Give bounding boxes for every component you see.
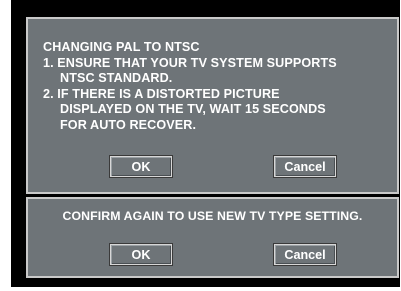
pal-to-ntsc-info-dialog: CHANGING PAL TO NTSC 1. ENSURE THAT YOUR… [26,17,399,194]
confirm-cancel-button[interactable]: Cancel [273,243,337,266]
instruction-1: 1. ENSURE THAT YOUR TV SYSTEM SUPPORTS [43,55,337,70]
confirm-message: CONFIRM AGAIN TO USE NEW TV TYPE SETTING… [62,209,363,223]
instruction-2-continued: DISPLAYED ON THE TV, WAIT 15 SECONDS [60,102,326,117]
dialog-title: CHANGING PAL TO NTSC [43,40,200,54]
instruction-1-continued: NTSC STANDARD. [60,71,173,86]
instruction-2: 2. IF THERE IS A DISTORTED PICTURE [43,86,280,101]
confirm-ok-button[interactable]: OK [109,243,173,266]
ok-button[interactable]: OK [109,155,173,178]
instruction-2-continued-2: FOR AUTO RECOVER. [60,118,197,132]
tv-screen: CHANGING PAL TO NTSC 1. ENSURE THAT YOUR… [11,0,400,287]
cancel-button[interactable]: Cancel [273,155,337,178]
confirm-tv-type-dialog: CONFIRM AGAIN TO USE NEW TV TYPE SETTING… [26,197,399,278]
